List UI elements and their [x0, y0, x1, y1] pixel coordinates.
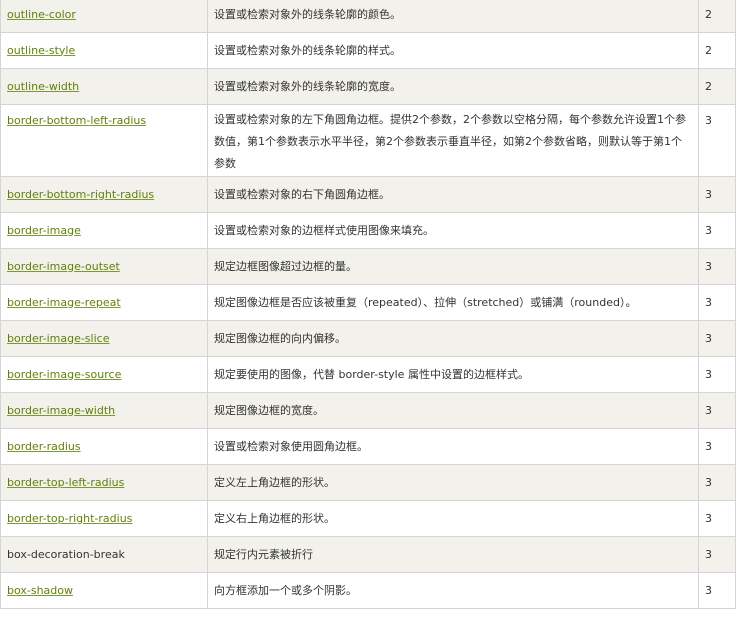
property-cell: outline-style	[0, 32, 208, 69]
property-link[interactable]: border-image-outset	[7, 260, 120, 273]
description-cell: 规定图像边框的宽度。	[207, 392, 699, 429]
version-cell: 3	[698, 428, 736, 465]
table-row: border-image 设置或检索对象的边框样式使用图像来填充。 3	[0, 212, 736, 249]
property-name: box-decoration-break	[7, 547, 125, 561]
property-link[interactable]: border-top-right-radius	[7, 512, 132, 525]
property-link[interactable]: border-image-repeat	[7, 296, 121, 309]
table-row: box-decoration-break 规定行内元素被折行 3	[0, 536, 736, 573]
table-body: outline-color 设置或检索对象外的线条轮廓的颜色。 2 outlin…	[0, 0, 736, 609]
property-cell: box-shadow	[0, 572, 208, 609]
description-cell: 规定要使用的图像，代替 border-style 属性中设置的边框样式。	[207, 356, 699, 393]
description-cell: 定义右上角边框的形状。	[207, 500, 699, 537]
version-cell: 3	[698, 320, 736, 357]
version-cell: 3	[698, 284, 736, 321]
version-cell: 3	[698, 248, 736, 285]
property-cell: outline-width	[0, 68, 208, 105]
table-row: box-shadow 向方框添加一个或多个阴影。 3	[0, 572, 736, 609]
table-row: border-image-repeat 规定图像边框是否应该被重复（repeat…	[0, 284, 736, 321]
property-cell: border-top-right-radius	[0, 500, 208, 537]
description-cell: 设置或检索对象外的线条轮廓的颜色。	[207, 0, 699, 33]
version-cell: 3	[698, 212, 736, 249]
table-row: outline-width 设置或检索对象外的线条轮廓的宽度。 2	[0, 68, 736, 105]
description-cell: 定义左上角边框的形状。	[207, 464, 699, 501]
property-cell: border-image	[0, 212, 208, 249]
property-cell: border-radius	[0, 428, 208, 465]
property-cell: outline-color	[0, 0, 208, 33]
description-cell: 设置或检索对象使用圆角边框。	[207, 428, 699, 465]
version-cell: 3	[698, 500, 736, 537]
property-link[interactable]: border-image-width	[7, 404, 115, 417]
property-link[interactable]: border-image-slice	[7, 332, 109, 345]
table-row: border-image-outset 规定边框图像超过边框的量。 3	[0, 248, 736, 285]
table-row: border-image-width 规定图像边框的宽度。 3	[0, 392, 736, 429]
description-cell: 规定图像边框的向内偏移。	[207, 320, 699, 357]
version-cell: 2	[698, 0, 736, 33]
property-link[interactable]: box-shadow	[7, 584, 73, 597]
version-cell: 2	[698, 32, 736, 69]
property-link[interactable]: border-image	[7, 224, 81, 237]
description-cell: 设置或检索对象的边框样式使用图像来填充。	[207, 212, 699, 249]
property-cell: border-bottom-right-radius	[0, 176, 208, 213]
description-cell: 设置或检索对象外的线条轮廓的宽度。	[207, 68, 699, 105]
description-cell: 规定边框图像超过边框的量。	[207, 248, 699, 285]
property-link[interactable]: border-top-left-radius	[7, 476, 124, 489]
table-row: outline-style 设置或检索对象外的线条轮廓的样式。 2	[0, 32, 736, 69]
table-row: border-image-source 规定要使用的图像，代替 border-s…	[0, 356, 736, 393]
property-cell: border-image-source	[0, 356, 208, 393]
version-cell: 3	[698, 536, 736, 573]
property-cell: border-image-repeat	[0, 284, 208, 321]
property-cell: box-decoration-break	[0, 536, 208, 573]
table-row: border-bottom-left-radius 设置或检索对象的左下角圆角边…	[0, 104, 736, 177]
version-cell: 3	[698, 104, 736, 177]
property-link[interactable]: border-image-source	[7, 368, 121, 381]
property-link[interactable]: outline-width	[7, 80, 79, 93]
property-cell: border-image-outset	[0, 248, 208, 285]
property-link[interactable]: border-radius	[7, 440, 81, 453]
property-cell: border-top-left-radius	[0, 464, 208, 501]
property-cell: border-image-slice	[0, 320, 208, 357]
description-cell: 设置或检索对象的左下角圆角边框。提供2个参数，2个参数以空格分隔，每个参数允许设…	[207, 104, 699, 177]
version-cell: 2	[698, 68, 736, 105]
version-cell: 3	[698, 464, 736, 501]
property-link[interactable]: border-bottom-right-radius	[7, 188, 154, 201]
version-cell: 3	[698, 572, 736, 609]
description-cell: 向方框添加一个或多个阴影。	[207, 572, 699, 609]
table-row: border-top-left-radius 定义左上角边框的形状。 3	[0, 464, 736, 501]
property-cell: border-image-width	[0, 392, 208, 429]
property-cell: border-bottom-left-radius	[0, 104, 208, 177]
version-cell: 3	[698, 176, 736, 213]
property-link[interactable]: border-bottom-left-radius	[7, 114, 146, 127]
version-cell: 3	[698, 392, 736, 429]
table-row: outline-color 设置或检索对象外的线条轮廓的颜色。 2	[0, 0, 736, 33]
description-cell: 规定行内元素被折行	[207, 536, 699, 573]
description-cell: 规定图像边框是否应该被重复（repeated）、拉伸（stretched）或铺满…	[207, 284, 699, 321]
property-link[interactable]: outline-color	[7, 8, 76, 21]
property-link[interactable]: outline-style	[7, 44, 75, 57]
description-cell: 设置或检索对象外的线条轮廓的样式。	[207, 32, 699, 69]
description-cell: 设置或检索对象的右下角圆角边框。	[207, 176, 699, 213]
version-cell: 3	[698, 356, 736, 393]
table-row: border-top-right-radius 定义右上角边框的形状。 3	[0, 500, 736, 537]
table-row: border-bottom-right-radius 设置或检索对象的右下角圆角…	[0, 176, 736, 213]
table-row: border-radius 设置或检索对象使用圆角边框。 3	[0, 428, 736, 465]
table-row: border-image-slice 规定图像边框的向内偏移。 3	[0, 320, 736, 357]
css-property-table: outline-color 设置或检索对象外的线条轮廓的颜色。 2 outlin…	[0, 0, 736, 609]
